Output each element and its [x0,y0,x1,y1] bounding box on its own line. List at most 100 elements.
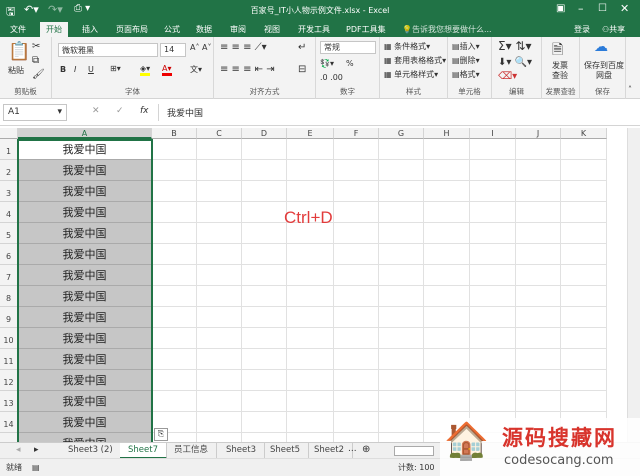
cell-C5[interactable] [197,223,242,244]
cell-I8[interactable] [470,286,516,307]
font-size-select[interactable]: 14 [160,43,186,57]
cell-A10[interactable]: 我爱中国 [18,328,152,349]
cell-A15[interactable]: 我爱中国 [18,433,152,442]
save-to-baidu-button[interactable]: 保存到百度网盘 [584,61,624,81]
close-button[interactable]: ✕ [620,2,629,15]
format-cells-button[interactable]: ▤格式▾ [452,69,480,80]
cell-E3[interactable] [287,181,334,202]
tab-developer[interactable]: 开发工具 [292,22,336,37]
cell-F14[interactable] [334,412,379,433]
cell-K11[interactable] [561,349,607,370]
macro-record-icon[interactable]: ▤ [32,459,40,476]
cell-A7[interactable]: 我爱中国 [18,265,152,286]
wrap-text-icon[interactable]: ↵ [298,42,306,53]
cell-K13[interactable] [561,391,607,412]
cell-C7[interactable] [197,265,242,286]
row-header-8[interactable]: 8 [0,286,18,307]
autosum-icon[interactable]: Σ▾ ⇅▾ [498,39,532,53]
sheet-tab[interactable]: Sheet2 [306,443,353,459]
cell-D14[interactable] [242,412,287,433]
cell-H9[interactable] [424,307,470,328]
decimal-icons[interactable]: .0 .00 [320,73,343,82]
spreadsheet-grid[interactable]: A B C D E F G H I J K 1 我爱中国 2 我爱中国 3 我爱中国 4 我爱中国 5 我爱中国 6 我爱中… [0,128,627,442]
font-name-select[interactable]: 微软雅黑 [58,43,158,57]
tab-formulas[interactable]: 公式 [158,22,186,37]
cell-F5[interactable] [334,223,379,244]
cell-F1[interactable] [334,139,379,160]
cell-J7[interactable] [516,265,561,286]
cut-icon[interactable]: ✂ [32,41,40,52]
paste-icon[interactable]: 📋 [8,41,30,62]
login-link[interactable]: 登录 [568,22,596,37]
cell-B9[interactable] [152,307,197,328]
cell-G1[interactable] [379,139,424,160]
cell-J9[interactable] [516,307,561,328]
column-header-A[interactable]: A [18,128,152,139]
row-header-13[interactable]: 13 [0,391,18,412]
cell-C6[interactable] [197,244,242,265]
cell-D15[interactable] [242,433,287,442]
prev-sheet-icon[interactable]: ◂ [16,445,21,455]
cell-K8[interactable] [561,286,607,307]
cell-J6[interactable] [516,244,561,265]
cell-B5[interactable] [152,223,197,244]
cell-A13[interactable]: 我爱中国 [18,391,152,412]
row-header-9[interactable]: 9 [0,307,18,328]
row-header-3[interactable]: 3 [0,181,18,202]
cell-C3[interactable] [197,181,242,202]
format-painter-icon[interactable]: 🖌 [32,69,45,80]
ribbon-display-icon[interactable]: ▣ [556,3,565,14]
cell-F10[interactable] [334,328,379,349]
cell-H2[interactable] [424,160,470,181]
cell-I7[interactable] [470,265,516,286]
cell-C11[interactable] [197,349,242,370]
cell-A6[interactable]: 我爱中国 [18,244,152,265]
row-header-5[interactable]: 5 [0,223,18,244]
cell-G6[interactable] [379,244,424,265]
cell-B8[interactable] [152,286,197,307]
cell-K2[interactable] [561,160,607,181]
cell-E6[interactable] [287,244,334,265]
tab-data[interactable]: 数据 [190,22,218,37]
cell-D1[interactable] [242,139,287,160]
cell-H7[interactable] [424,265,470,286]
cell-B2[interactable] [152,160,197,181]
next-sheet-icon[interactable]: ▸ [34,445,39,455]
cell-B1[interactable] [152,139,197,160]
cell-K9[interactable] [561,307,607,328]
cell-C14[interactable] [197,412,242,433]
add-sheet-icon[interactable]: ⊕ [362,444,370,455]
tab-home[interactable]: 开始 [40,22,68,37]
cell-F15[interactable] [334,433,379,442]
cell-H12[interactable] [424,370,470,391]
cell-C8[interactable] [197,286,242,307]
cell-H8[interactable] [424,286,470,307]
cell-G14[interactable] [379,412,424,433]
cell-E13[interactable] [287,391,334,412]
cell-H5[interactable] [424,223,470,244]
cell-G11[interactable] [379,349,424,370]
italic-button[interactable]: I [74,65,76,74]
cell-H3[interactable] [424,181,470,202]
column-header-D[interactable]: D [242,128,287,139]
cell-G8[interactable] [379,286,424,307]
fill-find-icons[interactable]: ⬇▾ 🔍▾ [498,57,532,68]
tab-view[interactable]: 视图 [258,22,286,37]
format-as-table-button[interactable]: ▦ 套用表格格式▾ [384,55,446,66]
cell-D8[interactable] [242,286,287,307]
cell-E12[interactable] [287,370,334,391]
select-all-corner[interactable] [0,128,18,139]
cell-A14[interactable]: 我爱中国 [18,412,152,433]
cell-H1[interactable] [424,139,470,160]
vertical-scrollbar[interactable] [627,128,640,442]
cell-A11[interactable]: 我爱中国 [18,349,152,370]
row-header-15[interactable]: 15 [0,433,18,442]
row-header-2[interactable]: 2 [0,160,18,181]
cell-F11[interactable] [334,349,379,370]
cell-E7[interactable] [287,265,334,286]
font-color-icon[interactable]: A▾ [162,64,172,76]
sheet-tab[interactable]: Sheet5 [262,443,309,459]
more-sheets[interactable]: ... [348,444,357,454]
cell-I12[interactable] [470,370,516,391]
baidu-cloud-icon[interactable]: ☁ [594,39,608,55]
